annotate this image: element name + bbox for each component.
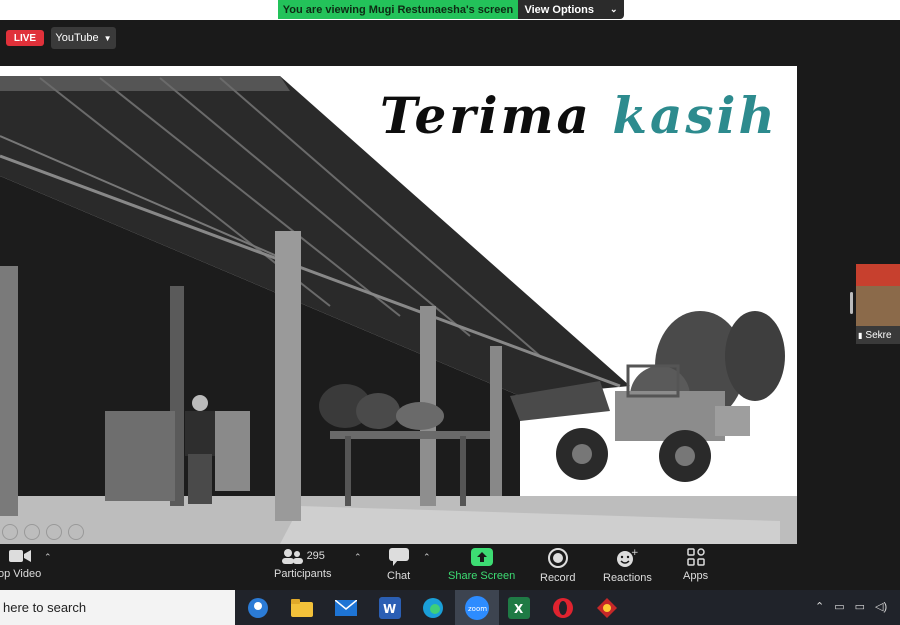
participant-thumbnail[interactable]: ▮ Sekre [856,264,900,344]
svg-text:zoom: zoom [468,605,487,613]
stop-video-label: op Video [0,568,42,580]
slide-title: Terima kasih [380,86,778,145]
taskbar-edge[interactable] [420,595,446,621]
screen-share-banner: You are viewing Mugi Restunaesha's scree… [278,0,624,19]
grid-icon[interactable] [24,524,40,540]
participants-options-caret[interactable]: ⌃ [354,552,362,563]
signal-bars-icon: ▮ [858,331,863,340]
more-icon[interactable] [68,524,84,540]
live-badge: LIVE [6,30,44,46]
chat-label: Chat [387,570,411,582]
stop-video-button[interactable]: op Video [0,548,41,580]
reactions-label: Reactions [603,572,652,584]
taskbar-people-app[interactable] [245,595,271,621]
view-options-button[interactable]: View Options ⌄ [518,0,624,19]
speaker-icon[interactable]: ◁) [875,600,887,613]
participants-button[interactable]: 295 Participants [274,548,331,580]
share-screen-button[interactable]: Share Screen [448,548,515,582]
display-icon[interactable]: ▭ [834,600,844,613]
taskbar-opera[interactable] [550,595,576,621]
viewing-message: You are viewing Mugi Restunaesha's scree… [278,0,518,19]
taskbar-game-app[interactable] [594,595,620,621]
share-screen-label: Share Screen [448,570,516,582]
record-icon [547,548,568,568]
word-icon: W [379,597,401,619]
taskbar-file-explorer[interactable] [289,595,315,621]
chevron-up-icon[interactable]: ⌃ [815,600,824,613]
windows-taskbar: here to search W zoom X ⌃ ▭ ▭ ◁) [0,590,900,625]
chat-button[interactable]: Chat [387,548,410,582]
participants-icon [281,549,303,564]
people-icon [248,598,268,618]
svg-text:+: + [631,548,638,558]
opera-icon [553,598,573,618]
slide-annotation-controls [2,524,84,540]
taskbar-mail[interactable] [333,595,359,621]
thumbnail-slide-header [856,264,900,286]
excel-icon: X [508,597,530,619]
slide-title-word1: Terima [380,86,592,145]
system-tray: ⌃ ▭ ▭ ◁) [815,600,887,613]
youtube-label: YouTube [55,32,99,44]
participants-count: 295 [306,550,325,562]
participants-label: Participants [274,568,332,580]
svg-text:X: X [514,602,524,616]
zoom-icon: zoom [465,595,489,620]
view-options-label: View Options [524,3,594,16]
taskbar-zoom[interactable]: zoom [455,590,499,625]
apps-button[interactable]: Apps [683,548,708,582]
game-app-icon [597,598,617,618]
svg-text:W: W [383,602,396,616]
share-screen-icon [470,548,493,566]
apps-label: Apps [683,570,709,582]
meeting-toolbar: op Video ⌃ 295 Participants ⌃ Chat ⌃ Sha… [0,544,900,590]
slide-title-word2: kasih [612,86,778,145]
taskbar-word[interactable]: W [377,595,403,621]
zoom-icon[interactable] [46,524,62,540]
thumbnail-image [856,286,900,326]
youtube-stream-button[interactable]: YouTube ▼ [51,27,116,49]
mail-icon [335,600,357,616]
taskbar-search-input[interactable]: here to search [0,590,235,625]
edge-icon [423,598,443,618]
chat-options-caret[interactable]: ⌃ [423,552,431,563]
reactions-button[interactable]: + Reactions [603,548,652,584]
record-button[interactable]: Record [540,548,575,584]
dropdown-arrow-icon: ▼ [103,33,112,43]
panel-resize-handle[interactable] [850,292,853,314]
shared-slide: Terima kasih [0,66,797,544]
apps-icon [686,548,705,566]
pen-icon[interactable] [2,524,18,540]
chat-bubble-icon [388,548,409,566]
folder-icon [291,599,313,617]
network-icon[interactable]: ▭ [855,600,865,613]
chevron-down-icon: ⌄ [609,4,618,14]
record-label: Record [540,572,576,584]
participant-name: Sekre [865,330,892,341]
video-camera-icon [8,550,31,562]
video-options-caret[interactable]: ⌃ [44,552,52,563]
taskbar-excel[interactable]: X [506,595,532,621]
smiley-plus-icon: + [617,548,638,567]
